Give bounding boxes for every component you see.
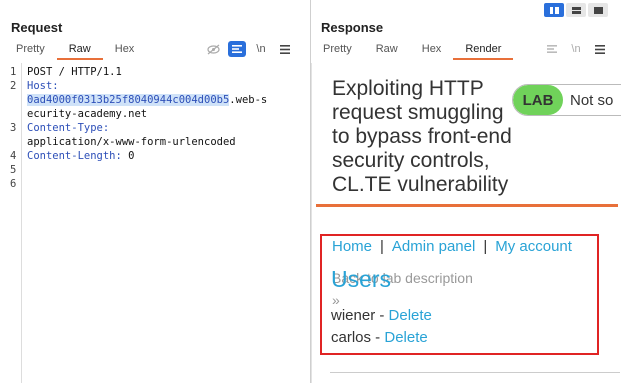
wrap-lines-icon[interactable] xyxy=(228,41,246,57)
response-title: Response xyxy=(321,20,384,35)
show-newlines-button[interactable]: \n xyxy=(252,41,270,57)
lab-status-badge: LAB Not so xyxy=(512,84,621,116)
tab-request-pretty[interactable]: Pretty xyxy=(4,40,57,60)
show-newlines-button[interactable]: \n xyxy=(567,41,585,57)
request-toolbar: \n xyxy=(204,41,294,57)
host-value: .web-s xyxy=(229,94,268,106)
request-code: POST / HTTP/1.1 Host: 0ad4000f0313b25f80… xyxy=(27,65,307,163)
rendered-response: Exploiting HTTP request smuggling to byp… xyxy=(311,63,621,383)
line-number: 4 xyxy=(10,150,17,162)
line-number: 6 xyxy=(10,178,17,190)
lab-title: Exploiting HTTP request smuggling to byp… xyxy=(332,77,512,196)
header-value: 0ad4000f0313b25f8040944c004d00b5.web-s xyxy=(27,93,307,107)
hide-icon[interactable] xyxy=(204,41,222,57)
request-title: Request xyxy=(11,20,63,35)
content-divider xyxy=(330,372,620,373)
line-number: 1 xyxy=(10,66,17,78)
header-value: 0 xyxy=(121,150,135,162)
header-name: Host: xyxy=(27,80,59,92)
split-vertical-view-button[interactable] xyxy=(544,3,564,17)
lab-status-text: Not so xyxy=(570,91,614,109)
line-number: 5 xyxy=(10,164,17,176)
request-pane: Request Pretty Raw Hex \n 1 2 3 4 5 6 PO… xyxy=(0,0,310,383)
header-name: Content-Length: xyxy=(27,150,122,162)
tab-response-hex[interactable]: Hex xyxy=(410,40,454,60)
tab-response-render[interactable]: Render xyxy=(453,40,514,60)
lab-label: LAB xyxy=(513,85,563,115)
wrap-lines-icon[interactable] xyxy=(543,41,561,57)
response-pane: Response Pretty Raw Hex Render \n Exploi… xyxy=(311,0,621,383)
menu-icon[interactable] xyxy=(276,41,294,57)
pane-divider[interactable] xyxy=(310,0,311,383)
host-value-selected: 0ad4000f0313b25f8040944c004d00b5 xyxy=(27,94,230,106)
single-view-button[interactable] xyxy=(588,3,608,17)
header-divider xyxy=(316,204,618,207)
request-line: POST / HTTP/1.1 xyxy=(27,66,122,78)
tab-request-raw[interactable]: Raw xyxy=(56,40,103,60)
layout-toggle xyxy=(544,3,608,17)
header-line: Content-Length: 0 xyxy=(27,149,307,163)
response-toolbar: \n xyxy=(543,41,609,57)
line-number: 3 xyxy=(10,122,17,134)
tab-response-pretty[interactable]: Pretty xyxy=(311,40,364,60)
header-name: Content-Type: xyxy=(27,122,110,134)
line-number: 2 xyxy=(10,80,17,92)
request-editor[interactable]: 1 2 3 4 5 6 POST / HTTP/1.1 Host: 0ad400… xyxy=(0,63,310,383)
tab-response-raw[interactable]: Raw xyxy=(364,40,410,60)
split-horizontal-view-button[interactable] xyxy=(566,3,586,17)
header-value: application/x-www-form-urlencoded xyxy=(27,136,236,148)
line-number-gutter: 1 2 3 4 5 6 xyxy=(0,63,22,383)
header-value: ecurity-academy.net xyxy=(27,108,148,120)
response-tabs: Pretty Raw Hex Render xyxy=(311,40,514,60)
highlight-annotation-box xyxy=(320,234,599,355)
tab-request-hex[interactable]: Hex xyxy=(103,40,147,60)
request-tabs: Pretty Raw Hex xyxy=(4,40,146,60)
menu-icon[interactable] xyxy=(591,41,609,57)
